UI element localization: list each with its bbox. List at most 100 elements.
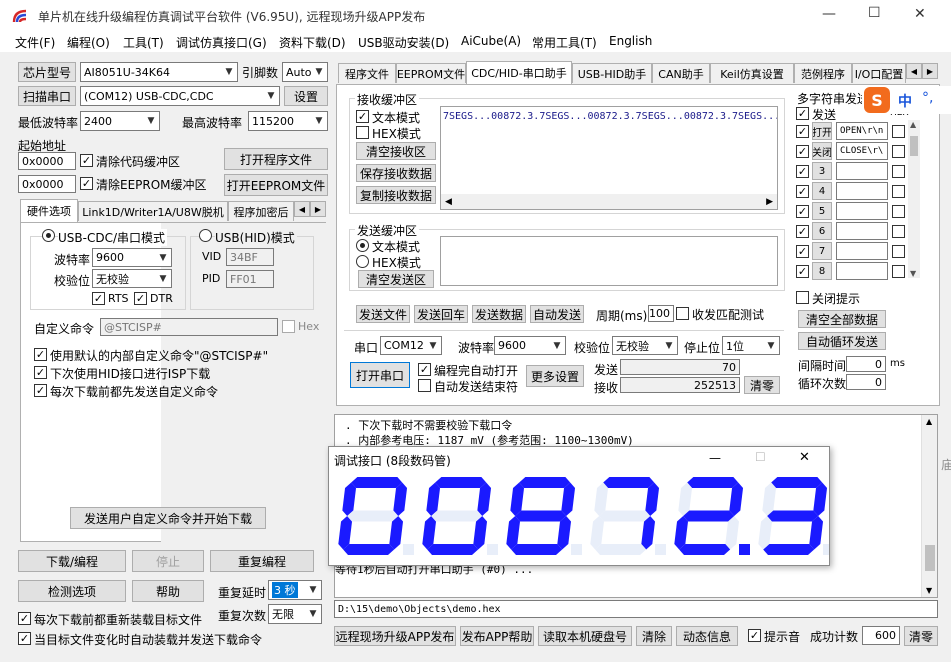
tab-usb-hid[interactable]: USB-HID助手 [572, 63, 652, 83]
rx-copy-button[interactable]: 复制接收数据 [356, 186, 436, 204]
send-data-button[interactable]: 发送数据 [472, 305, 526, 323]
multi-row-input[interactable] [836, 182, 888, 200]
right-tab-scroll-left[interactable]: ◀ [906, 63, 922, 79]
publish-app-button[interactable]: 远程现场升级APP发布 [334, 626, 456, 646]
min-baud-select[interactable]: 2400 ▼ [80, 111, 160, 131]
tx-text-mode-radio[interactable] [356, 239, 369, 252]
multi-row-send-button[interactable]: 关闭 [812, 142, 832, 160]
multi-row-hex-checkbox[interactable] [892, 185, 905, 198]
interval-input[interactable]: 0 [846, 356, 886, 372]
custom-command-input[interactable]: @STCISP# [100, 318, 278, 336]
multi-row-enable-checkbox[interactable] [796, 185, 809, 198]
stop-button[interactable]: 停止 [132, 550, 204, 572]
download-program-button[interactable]: 下载/编程 [18, 550, 126, 572]
clear-eeprom-checkbox[interactable] [80, 177, 93, 190]
auto-open-checkbox[interactable] [418, 363, 431, 376]
tab-link1d[interactable]: Link1D/Writer1A/U8W脱机 [78, 201, 228, 221]
tab-io-config[interactable]: I/O口配置 [852, 63, 906, 83]
period-input[interactable]: 100 [648, 305, 674, 322]
menu-common-tools[interactable]: 常用工具(T) [532, 34, 597, 51]
dynamic-info-button[interactable]: 动态信息 [676, 626, 738, 646]
usb-hid-radio[interactable] [199, 229, 212, 242]
log-scrollbar[interactable]: ▲ ▼ [921, 415, 937, 597]
multi-row-hex-checkbox[interactable] [892, 125, 905, 138]
stop-bits-select[interactable]: 1位 ▼ [722, 336, 780, 355]
popup-close-icon[interactable]: ✕ [799, 450, 810, 465]
auto-send-button[interactable]: 自动发送 [530, 305, 584, 323]
send-file-button[interactable]: 发送文件 [356, 305, 410, 323]
multi-row-enable-checkbox[interactable] [796, 245, 809, 258]
multi-row-input[interactable]: CLOSE\r\ [836, 142, 888, 160]
eeprom-address-input[interactable]: 0x0000 [18, 175, 76, 193]
rts-checkbox[interactable] [92, 292, 105, 305]
repeat-program-button[interactable]: 重复编程 [210, 550, 314, 572]
repeat-count-select[interactable]: 无限 ▼ [268, 604, 322, 624]
more-settings-button[interactable]: 更多设置 [526, 365, 584, 387]
multi-row-send-button[interactable]: 打开 [812, 122, 832, 140]
multi-row-hex-checkbox[interactable] [892, 245, 905, 258]
tab-hardware-options[interactable]: 硬件选项 [20, 199, 78, 222]
parity-select[interactable]: 无校验 ▼ [92, 269, 172, 288]
tab-can[interactable]: CAN助手 [652, 63, 710, 83]
multi-row-enable-checkbox[interactable] [796, 125, 809, 138]
rx-clear-button[interactable]: 清空接收区 [356, 142, 436, 160]
tx-clear-button[interactable]: 清空发送区 [358, 270, 434, 288]
reload-on-change-checkbox[interactable] [18, 632, 31, 645]
scan-port-button[interactable]: 扫描串口 [18, 86, 76, 106]
multi-row-hex-checkbox[interactable] [892, 165, 905, 178]
port-select[interactable]: (COM12) USB-CDC,CDC ▼ [80, 86, 280, 106]
multi-row-input[interactable] [836, 162, 888, 180]
ime-toolbar[interactable]: S 中 °, [862, 86, 951, 114]
open-eeprom-button[interactable]: 打开EEPROM文件 [224, 174, 328, 196]
menu-tools[interactable]: 工具(T) [123, 34, 164, 51]
multi-row-enable-checkbox[interactable] [796, 225, 809, 238]
rx-hex-mode-checkbox[interactable] [356, 126, 369, 139]
multi-row-enable-checkbox[interactable] [796, 165, 809, 178]
send-enter-button[interactable]: 发送回车 [414, 305, 468, 323]
use-hid-next-checkbox[interactable] [34, 366, 47, 379]
multi-row-send-button[interactable]: 4 [812, 182, 832, 200]
serial-port-select[interactable]: COM12 ▼ [380, 336, 442, 355]
multi-row-send-button[interactable]: 5 [812, 202, 832, 220]
send-data-area[interactable] [440, 236, 778, 286]
menu-file[interactable]: 文件(F) [15, 34, 55, 51]
rx-text-mode-checkbox[interactable] [356, 110, 369, 123]
close-tip-checkbox[interactable] [796, 291, 809, 304]
multi-row-hex-checkbox[interactable] [892, 225, 905, 238]
baud-select[interactable]: 9600 ▼ [92, 248, 172, 267]
clear-log-button[interactable]: 清除 [636, 626, 672, 646]
multi-row-send-button[interactable]: 6 [812, 222, 832, 240]
maximize-icon[interactable]: ☐ [868, 5, 881, 21]
clear-success-button[interactable]: 清零 [904, 626, 938, 646]
clear-code-checkbox[interactable] [80, 154, 93, 167]
max-baud-select[interactable]: 115200 ▼ [248, 111, 328, 131]
loop-input[interactable]: 0 [846, 374, 886, 390]
file-path-field[interactable]: D:\15\demo\Objects\demo.hex [334, 600, 938, 618]
menu-download[interactable]: 资料下载(D) [279, 34, 346, 51]
menu-aicube[interactable]: AiCube(A) [461, 34, 521, 48]
multi-row-send-button[interactable]: 7 [812, 242, 832, 260]
multi-row-input[interactable] [836, 202, 888, 220]
multi-row-send-button[interactable]: 8 [812, 262, 832, 280]
code-address-input[interactable]: 0x0000 [18, 152, 76, 170]
publish-help-button[interactable]: 发布APP帮助 [460, 626, 534, 646]
multi-row-input[interactable] [836, 262, 888, 280]
receive-data-area[interactable]: 7SEGS...00872.3.7SEGS...00872.3.7SEGS...… [440, 106, 778, 210]
menu-usb-driver[interactable]: USB驱动安装(D) [358, 34, 449, 51]
auto-loop-button[interactable]: 自动循环发送 [798, 332, 886, 350]
tab-cdc-hid-serial[interactable]: CDC/HID-串口助手 [466, 61, 572, 84]
open-serial-button[interactable]: 打开串口 [350, 362, 410, 388]
multi-row-enable-checkbox[interactable] [796, 205, 809, 218]
multi-row-input[interactable]: OPEN\r\n [836, 122, 888, 140]
send-before-download-checkbox[interactable] [34, 384, 47, 397]
menu-debug[interactable]: 调试仿真接口(G) [176, 34, 267, 51]
clear-all-button[interactable]: 清空全部数据 [798, 310, 886, 328]
vid-input[interactable]: 34BF [226, 248, 274, 266]
detect-options-button[interactable]: 检测选项 [18, 580, 126, 602]
chip-model-select[interactable]: AI8051U-34K64 ▼ [80, 62, 238, 82]
use-default-cmd-checkbox[interactable] [34, 348, 47, 361]
settings-button[interactable]: 设置 [284, 86, 328, 106]
minimize-icon[interactable]: — [822, 6, 836, 22]
clear-count-button[interactable]: 清零 [744, 376, 780, 394]
tab-program-file[interactable]: 程序文件 [338, 63, 396, 83]
